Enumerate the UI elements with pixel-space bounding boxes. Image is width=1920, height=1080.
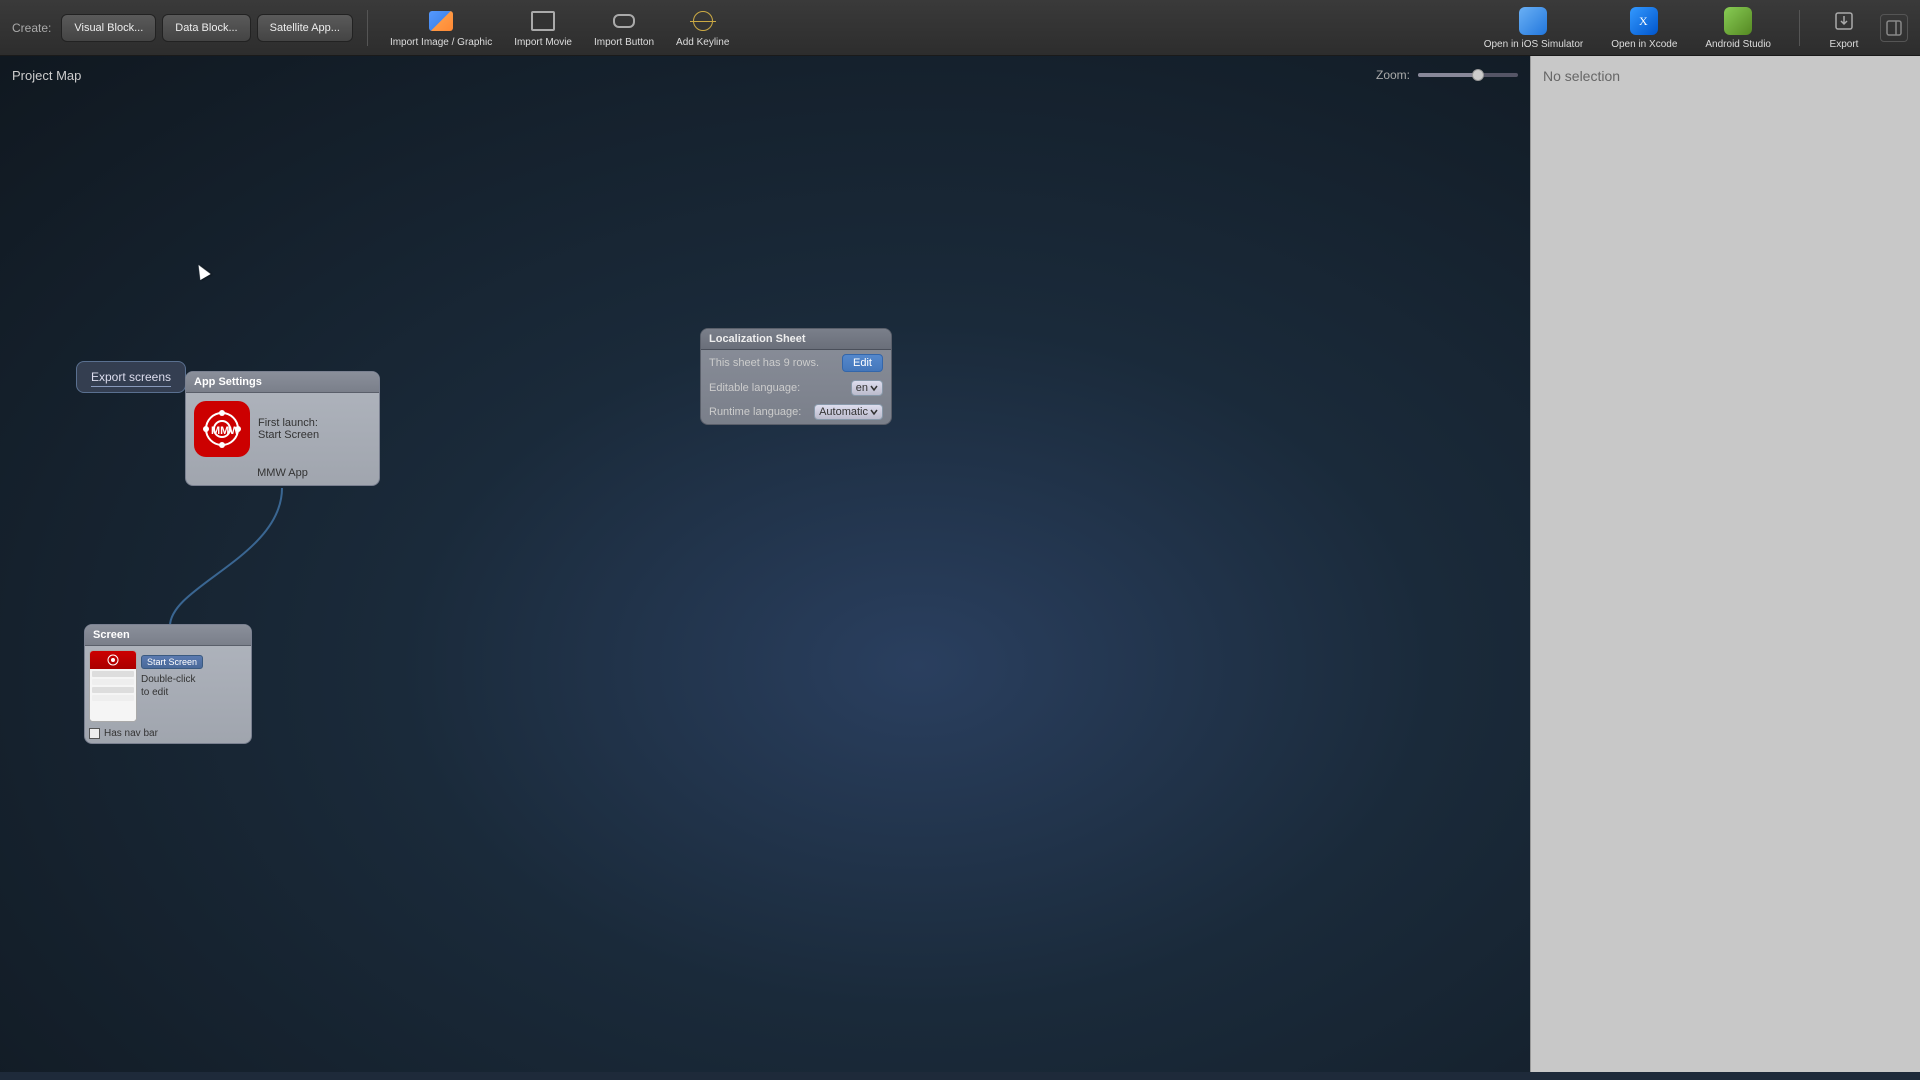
open-ios-simulator-action[interactable]: Open in iOS Simulator [1476,3,1592,52]
import-movie-action[interactable]: Import Movie [506,5,580,50]
first-launch-label: First launch: [258,417,319,429]
double-click-text1: Double-click [141,673,243,686]
import-image-icon [427,7,455,35]
ios-simulator-icon [1517,5,1549,37]
svg-text:MMW: MMW [211,425,240,437]
add-keyline-icon [689,7,717,35]
screen-preview-top [90,651,136,669]
add-keyline-action[interactable]: Add Keyline [668,5,737,50]
app-settings-header: App Settings [186,372,379,393]
app-icon: MMW [194,401,250,457]
cursor-indicator [196,264,208,282]
has-nav-bar-row: Has nav bar [85,726,251,743]
toolbar-right: Open in iOS Simulator X Open in Xcode An… [1476,3,1908,52]
localization-sheet-header: Localization Sheet [701,329,891,350]
import-movie-icon [529,7,557,35]
zoom-slider-track[interactable] [1418,73,1518,77]
app-settings-body: MMW First launch: Start Screen [186,393,379,465]
editable-language-select[interactable]: en [851,380,883,396]
project-map-title: Project Map [12,68,81,83]
export-screens-label: Export screens [91,370,171,387]
localization-rows-row: This sheet has 9 rows. Edit [701,350,891,376]
runtime-language-label: Runtime language: [709,406,801,418]
screen-info: Start Screen Double-click to edit [137,650,247,722]
project-map-canvas[interactable]: Project Map Zoom: Export screens App Set… [0,56,1530,1072]
screen-preview-body [90,669,136,722]
xcode-icon: X [1628,5,1660,37]
cursor-arrow-icon [193,262,210,280]
visual-block-button[interactable]: Visual Block... [61,14,156,42]
import-button-action[interactable]: Import Button [586,5,662,50]
zoom-label: Zoom: [1376,68,1410,82]
zoom-control: Zoom: [1376,68,1518,82]
connection-line [0,56,1530,1072]
screen-preview [89,650,137,722]
open-in-xcode-action[interactable]: X Open in Xcode [1603,3,1685,52]
import-image-action[interactable]: Import Image / Graphic [382,5,500,50]
create-label: Create: [12,21,51,35]
edit-button[interactable]: Edit [842,354,883,372]
has-nav-bar-checkbox[interactable] [89,728,100,739]
export-action[interactable]: Export [1820,3,1868,52]
data-block-button[interactable]: Data Block... [162,14,250,42]
screen-card[interactable]: Screen [84,624,252,744]
zoom-handle[interactable] [1472,69,1484,81]
main-container: Project Map Zoom: Export screens App Set… [0,56,1920,1072]
toolbar-separator-2 [1799,10,1800,46]
zoom-track-fill [1418,73,1478,77]
no-selection-label: No selection [1543,68,1620,84]
svg-text:X: X [1639,14,1648,28]
has-nav-bar-label: Has nav bar [104,728,158,739]
localization-sheet[interactable]: Localization Sheet This sheet has 9 rows… [700,328,892,425]
screen-card-inner: Start Screen Double-click to edit [85,646,251,726]
export-screens-box[interactable]: Export screens [76,361,186,393]
rows-text: This sheet has 9 rows. [709,357,819,369]
toggle-panel-button[interactable] [1880,14,1908,42]
import-button-icon [610,7,638,35]
start-screen-badge: Start Screen [141,655,203,669]
right-panel: No selection [1530,56,1920,1072]
export-icon [1828,5,1860,37]
editable-language-label: Editable language: [709,382,800,394]
editable-language-row: Editable language: en [701,376,891,400]
runtime-language-select[interactable]: Automatic [814,404,883,420]
double-click-text2: to edit [141,686,243,699]
runtime-language-row: Runtime language: Automatic [701,400,891,424]
screen-card-header: Screen [85,625,251,646]
app-name-footer: MMW App [186,465,379,485]
toolbar: Create: Visual Block... Data Block... Sa… [0,0,1920,56]
satellite-app-button[interactable]: Satellite App... [257,14,353,42]
android-studio-icon [1722,5,1754,37]
first-launch-value: Start Screen [258,429,319,441]
toolbar-separator-1 [367,10,368,46]
app-settings-card[interactable]: App Settings MMW Fir [185,371,380,486]
android-studio-action[interactable]: Android Studio [1697,3,1779,52]
first-launch-info: First launch: Start Screen [258,417,319,441]
